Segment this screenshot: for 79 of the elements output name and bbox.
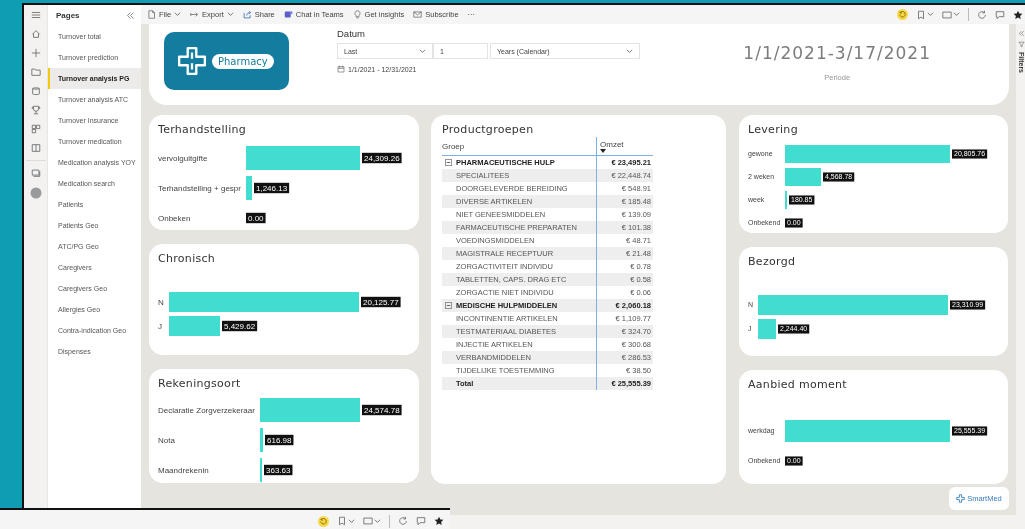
chart-title: Levering xyxy=(748,123,799,137)
refresh-icon[interactable] xyxy=(977,9,987,20)
double-chevron-icon[interactable] xyxy=(1017,30,1025,37)
data-label: 24,309.26 xyxy=(362,152,402,164)
bar-label: Declaratie Zorgverzekeraar xyxy=(158,405,255,415)
view-icon[interactable] xyxy=(363,516,373,526)
filter-icon xyxy=(1017,41,1025,48)
bar xyxy=(785,168,821,186)
envelope-icon xyxy=(413,10,423,19)
slicer-title: Datum xyxy=(337,27,366,41)
chart-title: Chronisch xyxy=(158,252,217,266)
caret-icon[interactable] xyxy=(927,11,934,18)
data-label: 1,246.13 xyxy=(254,182,290,194)
share-icon xyxy=(242,10,252,19)
view-icon[interactable] xyxy=(942,9,952,20)
column-label: Omzet xyxy=(600,139,625,149)
double-chevron-icon[interactable] xyxy=(126,11,135,20)
lightbulb-icon xyxy=(352,10,362,19)
cross-symbol-icon xyxy=(177,46,207,76)
home-icon[interactable] xyxy=(30,29,41,39)
expand-toggle-icon[interactable] xyxy=(445,159,452,166)
book-icon[interactable] xyxy=(30,143,41,153)
caret-icon[interactable] xyxy=(174,11,182,18)
caret-icon[interactable] xyxy=(226,11,234,18)
brand-symbol-icon xyxy=(956,494,966,503)
bar xyxy=(169,316,220,336)
bookmark-icon[interactable] xyxy=(337,516,347,526)
caret-icon[interactable] xyxy=(953,11,960,18)
expand-toggle-icon[interactable] xyxy=(445,302,452,309)
sort-arrow-icon[interactable] xyxy=(600,148,606,153)
logo-text: Pharmacy xyxy=(212,53,274,69)
calendar-icon xyxy=(337,65,345,73)
bar-label: Nota xyxy=(158,435,175,445)
data-label: 616.98 xyxy=(265,434,294,446)
chart-title: Rekeningsoort xyxy=(158,377,242,391)
bar xyxy=(246,176,252,200)
bar-label: N xyxy=(158,297,164,307)
data-label: 363.63 xyxy=(264,464,293,476)
star-icon[interactable] xyxy=(1013,9,1023,20)
monitor-icon[interactable] xyxy=(30,168,41,178)
chart-title: Bezorgd xyxy=(748,255,797,269)
column-header[interactable]: Groep xyxy=(442,137,596,156)
panel-title: Pages xyxy=(56,11,80,20)
plus-icon[interactable] xyxy=(30,48,41,58)
chart-title: Terhandstelling xyxy=(158,123,248,137)
bar-label: vervolguitgifte xyxy=(158,153,208,163)
folder-icon[interactable] xyxy=(30,67,41,77)
caret-icon[interactable] xyxy=(419,47,426,55)
table-title: Productgroepen xyxy=(442,123,535,137)
reset-icon[interactable] xyxy=(897,9,908,20)
menu-icon[interactable] xyxy=(30,10,41,20)
comment-icon[interactable] xyxy=(416,516,426,526)
comment-icon[interactable] xyxy=(995,9,1005,20)
data-label: 20,125.77 xyxy=(361,296,401,308)
column-header[interactable]: Omzet xyxy=(596,137,653,156)
bar xyxy=(758,319,776,339)
bookmark-icon[interactable] xyxy=(916,9,926,20)
bar xyxy=(260,428,263,452)
bar-label: J xyxy=(158,321,162,331)
avatar-icon[interactable] xyxy=(29,187,42,199)
apps-icon[interactable] xyxy=(30,124,41,134)
file-icon xyxy=(147,10,156,19)
data-label: 24,574.78 xyxy=(362,404,402,416)
star-icon[interactable] xyxy=(434,516,444,526)
caret-icon[interactable] xyxy=(348,517,355,525)
bar-label: Terhandstelling + gespr xyxy=(158,183,241,193)
arrow-icon xyxy=(190,10,200,19)
bar-label: Maandrekenin xyxy=(158,465,209,475)
caret-icon[interactable] xyxy=(626,47,633,55)
chart-title: Aanbied moment xyxy=(748,378,848,392)
data-label: 5,429.62 xyxy=(222,320,258,332)
period-value: 1/1/2021-3/17/2021 xyxy=(743,43,931,63)
bar-label: Onbeken xyxy=(158,213,191,223)
trophy-icon[interactable] xyxy=(30,105,41,115)
caret-icon[interactable] xyxy=(374,517,381,525)
database-icon[interactable] xyxy=(30,86,41,96)
refresh-icon[interactable] xyxy=(398,516,408,526)
data-label: 0.00 xyxy=(246,212,266,224)
reset-icon[interactable] xyxy=(318,515,329,527)
